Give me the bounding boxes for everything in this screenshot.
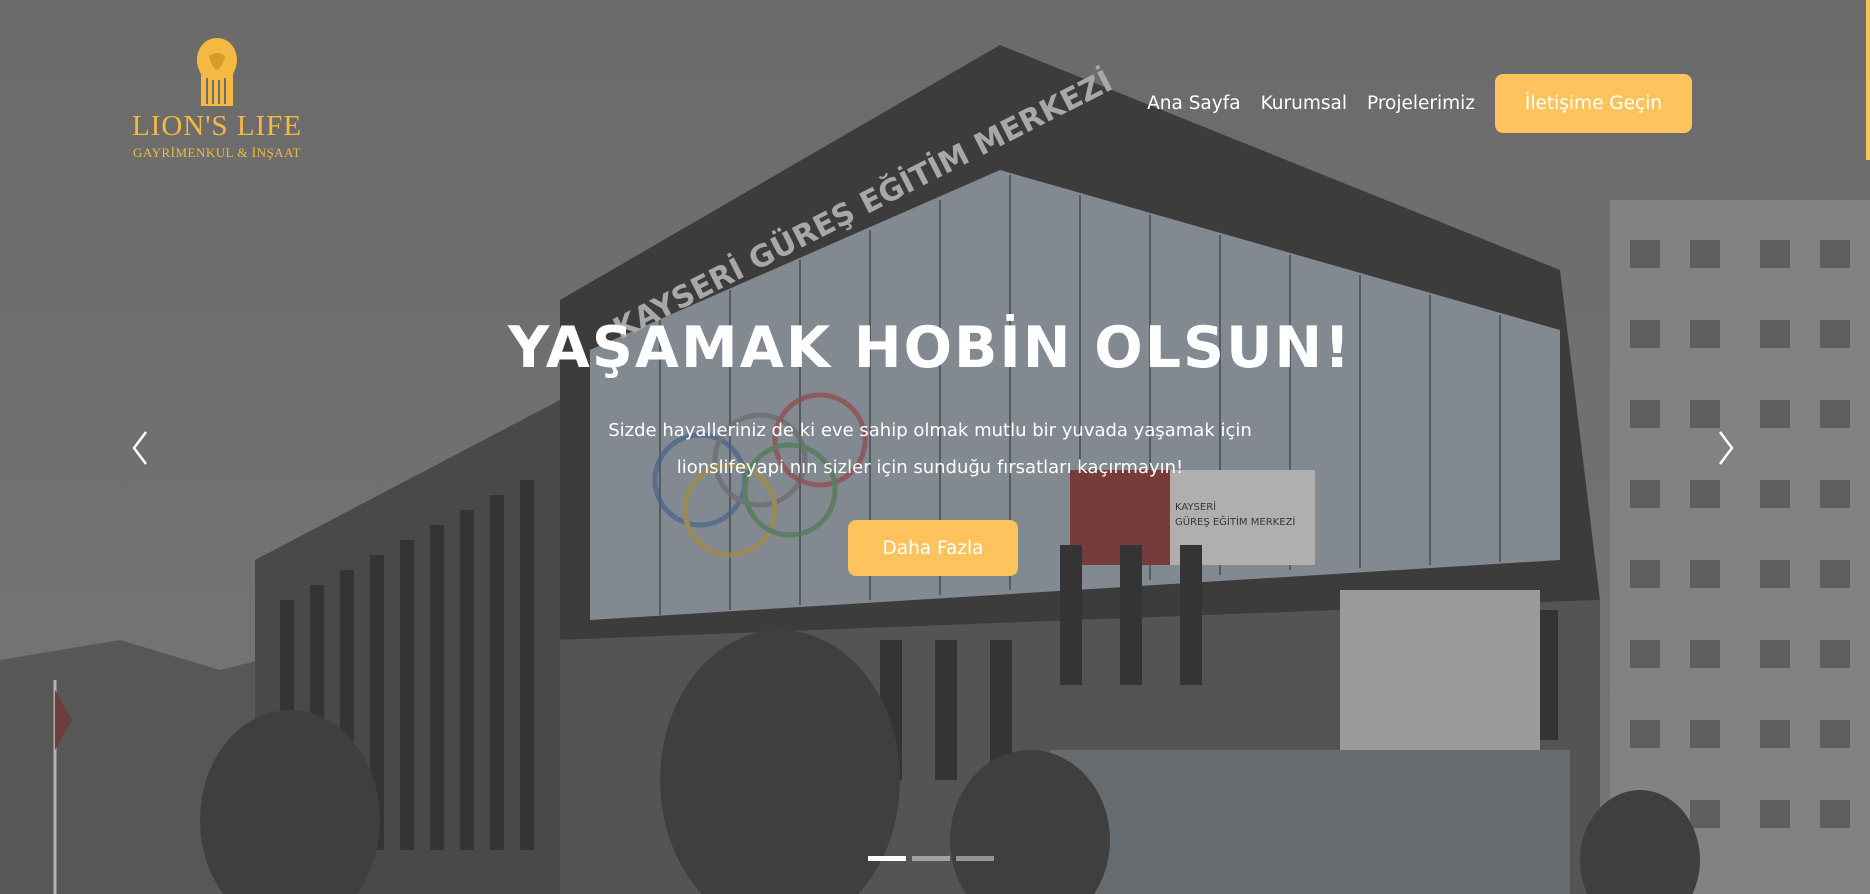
lion-icon	[197, 38, 237, 106]
brand-name: LION'S LIFE	[131, 110, 303, 142]
carousel-next-button[interactable]	[1714, 428, 1738, 472]
hero-headline: YAŞAMAK HOBİN OLSUN!	[507, 315, 1353, 381]
nav-link-home[interactable]: Ana Sayfa	[1147, 93, 1240, 114]
carousel-prev-button[interactable]	[128, 428, 152, 472]
hero-subtext-line-1: Sizde hayalleriniz de ki eve sahip olmak…	[608, 420, 1252, 441]
chevron-left-icon	[132, 431, 147, 465]
more-button[interactable]: Daha Fazla	[848, 520, 1018, 576]
main-nav: Ana Sayfa Kurumsal Projelerimiz İletişim…	[1127, 74, 1692, 133]
nav-link-projects[interactable]: Projelerimiz	[1367, 93, 1475, 114]
carousel-indicator-3[interactable]	[956, 856, 994, 861]
brand-tagline: GAYRİMENKUL & İNŞAAT	[133, 145, 301, 160]
carousel-indicators	[868, 856, 994, 861]
page-scroll-indicator	[1866, 0, 1870, 160]
carousel-indicator-2[interactable]	[912, 856, 950, 861]
nav-link-corporate[interactable]: Kurumsal	[1261, 93, 1347, 114]
contact-button[interactable]: İletişime Geçin	[1495, 74, 1692, 133]
chevron-right-icon	[1719, 431, 1734, 465]
hero-subtext: Sizde hayalleriniz de ki eve sahip olmak…	[0, 412, 1860, 486]
brand-logo[interactable]: LION'S LIFE GAYRİMENKUL & İNŞAAT	[122, 36, 312, 161]
carousel-indicator-1[interactable]	[868, 856, 906, 861]
hero-subtext-line-2: lionslifeyapi nın sizler için sunduğu fı…	[676, 457, 1184, 478]
